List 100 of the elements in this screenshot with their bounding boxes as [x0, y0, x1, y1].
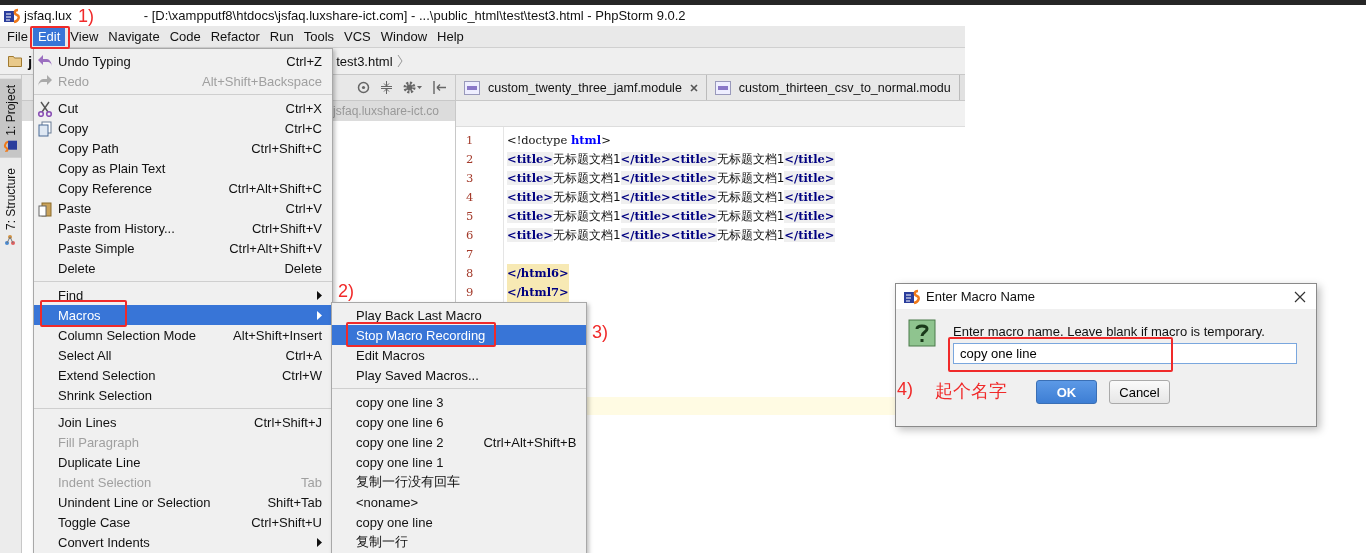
line-number: 2	[465, 151, 475, 168]
menu-item[interactable]: Shrink Selection	[34, 385, 332, 405]
shortcut-label: Alt+Shift+Insert	[232, 327, 322, 343]
scissors-icon	[37, 101, 53, 117]
dialog-title: Enter Macro Name	[926, 289, 1036, 304]
menu-bar-item[interactable]: View	[65, 27, 104, 46]
menu-item[interactable]: Select All Ctrl+A	[34, 345, 332, 365]
menu-item[interactable]: Extend Selection Ctrl+W	[34, 365, 332, 385]
menu-bar-item[interactable]: Navigate	[103, 27, 165, 46]
menu-bar-item[interactable]: File	[2, 27, 33, 46]
cancel-button[interactable]: Cancel	[1109, 380, 1170, 404]
menu-bar-item[interactable]: Help	[432, 27, 469, 46]
undo-arrow-icon	[37, 54, 53, 68]
menu-item[interactable]: Convert Indents	[34, 532, 332, 552]
menu-item[interactable]: copy one line 1	[332, 452, 586, 472]
menu-item[interactable]: Find	[34, 285, 332, 305]
crosshair-icon[interactable]	[357, 81, 370, 94]
line-number: 6	[465, 227, 475, 244]
chevron-icon	[396, 54, 403, 68]
shortcut-label: Tab	[300, 474, 322, 490]
shortcut-label: Ctrl+Shift+J	[253, 414, 322, 430]
step-label: 2)	[338, 281, 354, 302]
code-line: <title>无标题文档1</title><title>无标题文档1</title>	[507, 189, 835, 206]
tool-window-tab[interactable]: 7: Structure	[0, 161, 21, 252]
line-number: 9	[465, 284, 475, 301]
shortcut-label: Ctrl+Shift+C	[250, 140, 322, 156]
menu-item[interactable]: Copy as Plain Text	[34, 158, 332, 178]
menu-bar-item[interactable]: Tools	[298, 27, 340, 46]
step-label: 1)	[78, 6, 94, 27]
menu-item[interactable]: copy one line 2 Ctrl+Alt+Shift+B	[332, 432, 586, 452]
shortcut-label: Shift+Tab	[266, 494, 322, 510]
question-icon	[908, 319, 936, 347]
menu-item[interactable]: 复制一行没有回车	[332, 472, 586, 492]
menu-item[interactable]: Paste Simple Ctrl+Alt+Shift+V	[34, 238, 332, 258]
menu-item[interactable]: 复制一行	[332, 532, 586, 552]
menu-item[interactable]: Paste from History... Ctrl+Shift+V	[34, 218, 332, 238]
shortcut-label: Alt+Shift+Backspace	[201, 73, 322, 89]
window-title: jsfaq.lux	[24, 8, 72, 23]
dialog-message: Enter macro name. Leave blank if macro is temporary.	[953, 324, 1266, 339]
step-note: 起个名字	[935, 379, 1007, 403]
menu-item[interactable]: Copy Reference Ctrl+Alt+Shift+C	[34, 178, 332, 198]
shortcut-label: Ctrl+V	[284, 200, 322, 216]
shortcut-label: Ctrl+Alt+Shift+B	[483, 434, 577, 450]
breadcrumb-project[interactable]: j	[28, 52, 33, 70]
gear-icon[interactable]	[403, 81, 423, 94]
shortcut-label: Ctrl+X	[284, 100, 322, 116]
menu-item[interactable]: copy one line	[332, 512, 586, 532]
menu-item[interactable]: Delete Delete	[34, 258, 332, 278]
menu-item[interactable]: Paste Ctrl+V	[34, 198, 332, 218]
menu-item[interactable]: copy one line 6	[332, 412, 586, 432]
menu-item[interactable]: Play Back Last Macro	[332, 305, 586, 325]
code-line: <title>无标题文档1</title><title>无标题文档1</title>	[507, 208, 835, 225]
macro-name-field[interactable]: copy one line	[953, 343, 1297, 364]
clipboard-icon	[37, 201, 53, 217]
menu-item[interactable]: Undo Typing Ctrl+Z	[34, 51, 332, 71]
menu-item[interactable]: Play Saved Macros...	[332, 365, 586, 385]
menu-item[interactable]: Join Lines Ctrl+Shift+J	[34, 412, 332, 432]
menu-bar-item[interactable]: Code	[164, 27, 206, 46]
editor-tab[interactable]: custom_twenty_three_jamf.module	[456, 75, 707, 100]
code-line: <title>无标题文档1</title><title>无标题文档1</title>	[507, 151, 835, 168]
shortcut-label: Ctrl+C	[283, 120, 322, 136]
menu-item[interactable]: Edit Macros	[332, 345, 586, 365]
highlight-frame	[30, 26, 70, 49]
structure-icon	[4, 233, 17, 246]
shortcut-label: Ctrl+A	[284, 347, 322, 363]
folder-icon	[8, 55, 22, 67]
close-icon[interactable]	[1294, 290, 1306, 303]
tool-window-tab[interactable]: 1: Project	[0, 79, 21, 158]
menu-item[interactable]: Column Selection Mode Alt+Shift+Insert	[34, 325, 332, 345]
menu-bar-item[interactable]: Window	[375, 27, 433, 46]
menu-item[interactable]: Toggle Case Ctrl+Shift+U	[34, 512, 332, 532]
menu-bar-item[interactable]: Run	[264, 27, 299, 46]
shortcut-label: Ctrl+Z	[285, 53, 322, 69]
menu-item[interactable]: Unindent Line or Selection Shift+Tab	[34, 492, 332, 512]
line-number: 3	[465, 170, 475, 187]
line-number: 5	[465, 208, 475, 225]
menu-item[interactable]: Copy Ctrl+C	[34, 118, 332, 138]
line-number: 4	[465, 189, 475, 206]
code-line: <!doctype html>	[507, 132, 611, 149]
php-file-icon	[464, 80, 480, 95]
collapse-icon[interactable]	[380, 81, 393, 94]
shortcut-label: Ctrl+Shift+V	[250, 220, 322, 236]
redo-arrow-icon	[37, 74, 53, 88]
close-icon[interactable]	[689, 83, 698, 92]
menu-item[interactable]: Copy Path Ctrl+Shift+C	[34, 138, 332, 158]
editor-tab[interactable]: custom_thirteen_csv_to_normal.modu	[706, 75, 960, 100]
menu-item[interactable]: Cut Ctrl+X	[34, 98, 332, 118]
menu-item[interactable]: Macros	[34, 305, 332, 325]
menu-bar-item[interactable]: Refactor	[205, 27, 265, 46]
menu-item[interactable]: Stop Macro Recording	[332, 325, 586, 345]
menu-item[interactable]: Duplicate Line	[34, 452, 332, 472]
code-line: <title>无标题文档1</title><title>无标题文档1</title>	[507, 227, 835, 244]
shortcut-label: Delete	[283, 260, 322, 276]
line-number: 7	[465, 246, 475, 263]
shortcut-label: Ctrl+Alt+Shift+C	[227, 180, 322, 196]
pin-icon[interactable]	[433, 81, 447, 94]
menu-bar-item[interactable]: VCS	[339, 27, 376, 46]
menu-item[interactable]: <noname>	[332, 492, 586, 512]
menu-item[interactable]: copy one line 3	[332, 392, 586, 412]
shortcut-label: Ctrl+Shift+U	[250, 514, 322, 530]
